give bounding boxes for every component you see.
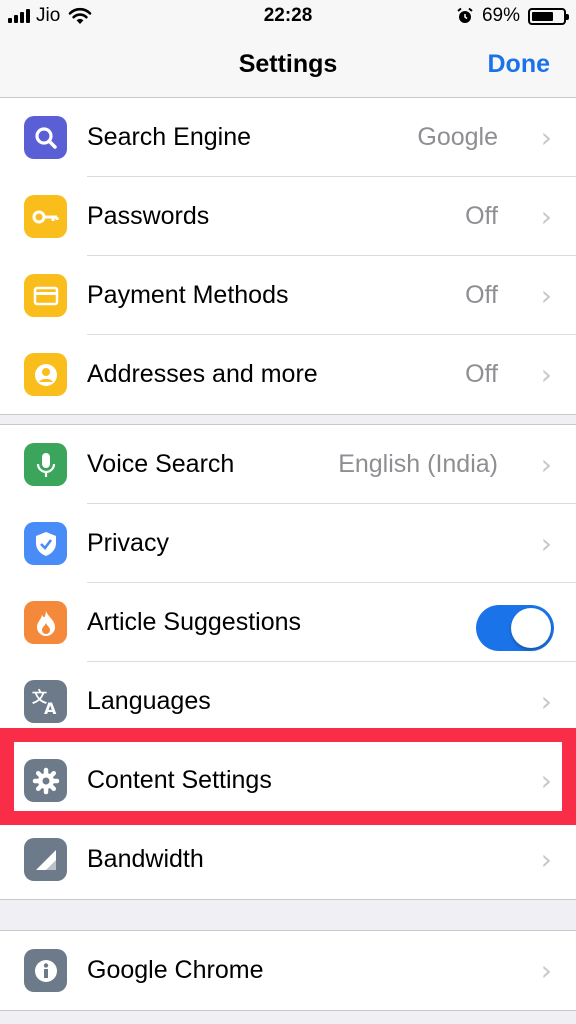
settings-group: Voice Search English (India) › Privacy › Arti…: [0, 424, 576, 900]
settings-row-search-engine[interactable]: Search Engine Google ›: [0, 98, 576, 177]
person-icon: [24, 353, 67, 396]
row-label: Payment Methods: [87, 281, 289, 309]
row-value: Off: [465, 202, 498, 230]
shield-check-icon: [24, 522, 67, 565]
row-value: Google: [417, 123, 498, 151]
status-right: 69%: [456, 5, 569, 27]
svg-text:A: A: [44, 699, 57, 716]
flame-icon: [24, 601, 67, 644]
battery-percent: 69%: [481, 5, 520, 26]
battery-level: [532, 11, 553, 21]
alarm-icon: [457, 7, 473, 23]
search-icon: [24, 116, 67, 159]
chevron-right-icon: ›: [540, 358, 552, 391]
chevron-right-icon: ›: [540, 685, 552, 718]
chevron-right-icon: ›: [540, 954, 552, 987]
microphone-icon: [24, 443, 67, 486]
settings-group: Google Chrome ›: [0, 930, 576, 1011]
chevron-right-icon: ›: [540, 764, 552, 797]
chevron-right-icon: ›: [540, 448, 552, 481]
settings-row-addresses[interactable]: Addresses and more Off ›: [0, 335, 576, 414]
row-label: Bandwidth: [87, 845, 204, 873]
settings-row-bandwidth[interactable]: Bandwidth ›: [0, 820, 576, 899]
chevron-right-icon: ›: [540, 279, 552, 312]
signal-icon: [24, 838, 67, 881]
info-icon: [24, 949, 67, 992]
gear-icon: [24, 759, 67, 802]
row-value: Off: [465, 360, 498, 388]
settings-row-voice-search[interactable]: Voice Search English (India) ›: [0, 425, 576, 504]
chevron-right-icon: ›: [540, 843, 552, 876]
chevron-right-icon: ›: [540, 200, 552, 233]
settings-row-article-suggestions[interactable]: Article Suggestions: [0, 583, 576, 662]
article-suggestions-toggle[interactable]: [476, 605, 554, 651]
row-label: Article Suggestions: [87, 608, 302, 636]
chevron-right-icon: ›: [540, 527, 552, 560]
row-label: Languages: [87, 687, 211, 715]
row-value: English (India): [338, 450, 498, 478]
row-label: Privacy: [87, 529, 169, 557]
translate-icon: 文A: [24, 680, 67, 723]
row-label: Google Chrome: [87, 956, 264, 984]
toggle-knob: [511, 608, 551, 648]
key-icon: [24, 195, 67, 238]
row-label: Content Settings: [87, 766, 272, 794]
row-label: Search Engine: [87, 123, 252, 151]
chevron-right-icon: ›: [540, 121, 552, 154]
settings-row-google-chrome[interactable]: Google Chrome ›: [0, 931, 576, 1010]
settings-group: Search Engine Google › Passwords Off › Payment…: [0, 98, 576, 415]
navigation-bar: Settings Done: [0, 34, 576, 98]
done-button[interactable]: Done: [488, 50, 551, 79]
credit-card-icon: [24, 274, 67, 317]
row-label: Passwords: [87, 202, 210, 230]
status-bar: Jio 22:28 69%: [0, 0, 576, 34]
settings-row-content-settings[interactable]: Content Settings ›: [0, 741, 576, 820]
settings-row-privacy[interactable]: Privacy ›: [0, 504, 576, 583]
row-label: Voice Search: [87, 450, 235, 478]
settings-row-languages[interactable]: 文 A Languages ›: [0, 662, 576, 741]
settings-row-payment-methods[interactable]: Payment Methods Off ›: [0, 256, 576, 335]
battery-icon: [528, 7, 569, 25]
row-value: Off: [465, 281, 498, 309]
settings-row-passwords[interactable]: Passwords Off ›: [0, 177, 576, 256]
row-label: Addresses and more: [87, 360, 318, 388]
